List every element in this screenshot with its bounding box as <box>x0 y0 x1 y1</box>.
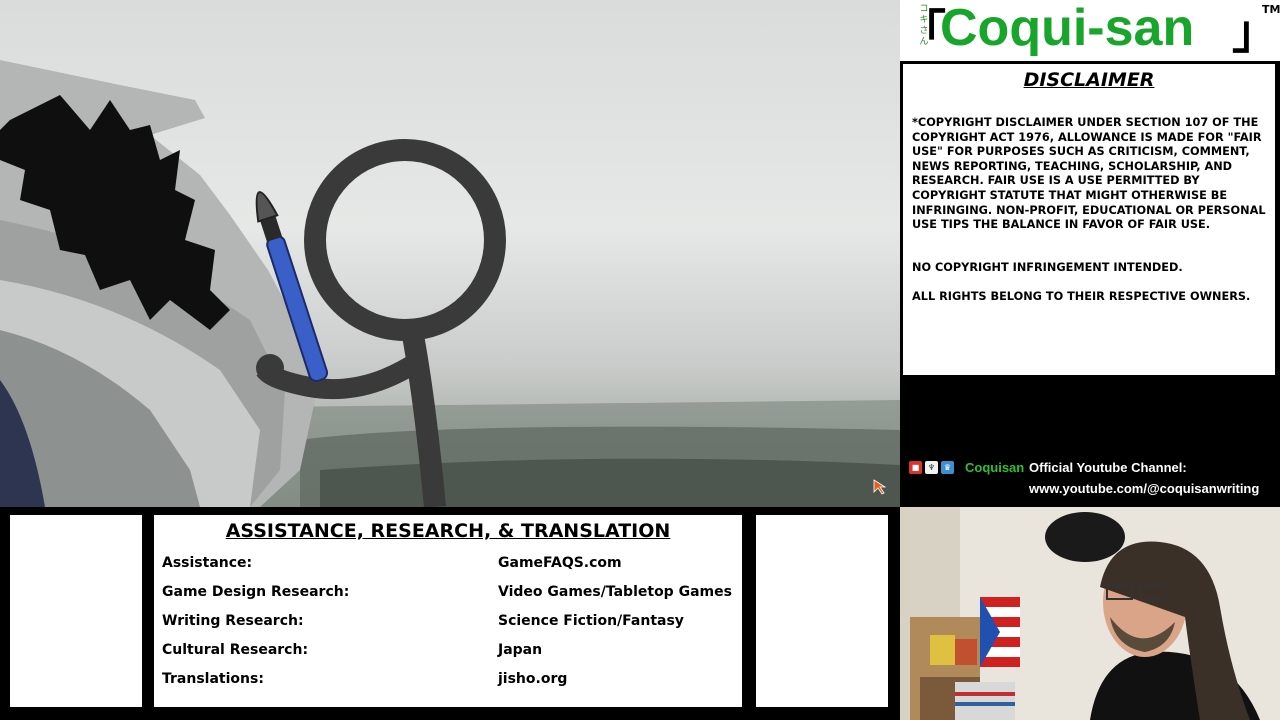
channel-label: Official Youtube Channel: <box>1029 460 1187 475</box>
credit-value: jisho.org <box>498 671 568 687</box>
disclaimer-paragraph: *COPYRIGHT DISCLAIMER UNDER SECTION 107 … <box>912 116 1266 232</box>
trademark-mark: TM <box>1262 3 1280 16</box>
video-camera-icon: ■ <box>909 461 922 474</box>
channel-icons: ■ ♆ ♛ <box>909 461 954 475</box>
credits-panel: ASSISTANCE, RESEARCH, & TRANSLATION Assi… <box>152 513 744 709</box>
channel-name: Coquisan <box>965 460 1025 475</box>
game-capture <box>0 0 900 507</box>
disclaimer-paragraph: ALL RIGHTS BELONG TO THEIR RESPECTIVE OW… <box>912 290 1251 303</box>
logo-kana: コキさん <box>919 4 929 47</box>
disclaimer-title: DISCLAIMER <box>1023 69 1155 91</box>
credit-value: Video Games/Tabletop Games <box>498 584 732 600</box>
credit-value: Japan <box>498 642 543 658</box>
right-blank-panel <box>754 513 890 709</box>
credit-label: Game Design Research: <box>162 584 350 600</box>
webcam-scene <box>900 507 1280 720</box>
credit-value: GameFAQS.com <box>498 555 622 571</box>
disclaimer-paragraph: NO COPYRIGHT INFRINGEMENT INTENDED. <box>912 261 1183 274</box>
credit-value: Science Fiction/Fantasy <box>498 613 684 629</box>
credit-label: Translations: <box>162 671 264 687</box>
credit-label: Cultural Research: <box>162 642 309 658</box>
credit-label: Writing Research: <box>162 613 304 629</box>
trophy-icon: ♆ <box>925 461 938 474</box>
left-blank-panel <box>8 513 144 709</box>
logo-text: Coqui-san <box>940 0 1195 57</box>
crown-icon: ♛ <box>941 461 954 474</box>
credit-label: Assistance: <box>162 555 253 571</box>
credits-title: ASSISTANCE, RESEARCH, & TRANSLATION <box>225 520 671 542</box>
channel-url: www.youtube.com/@coquisanwriting <box>1029 481 1260 496</box>
disclaimer-panel: DISCLAIMER *COPYRIGHT DISCLAIMER UNDER S… <box>902 63 1276 376</box>
webcam-feed <box>900 507 1280 720</box>
game-scene <box>0 60 900 507</box>
